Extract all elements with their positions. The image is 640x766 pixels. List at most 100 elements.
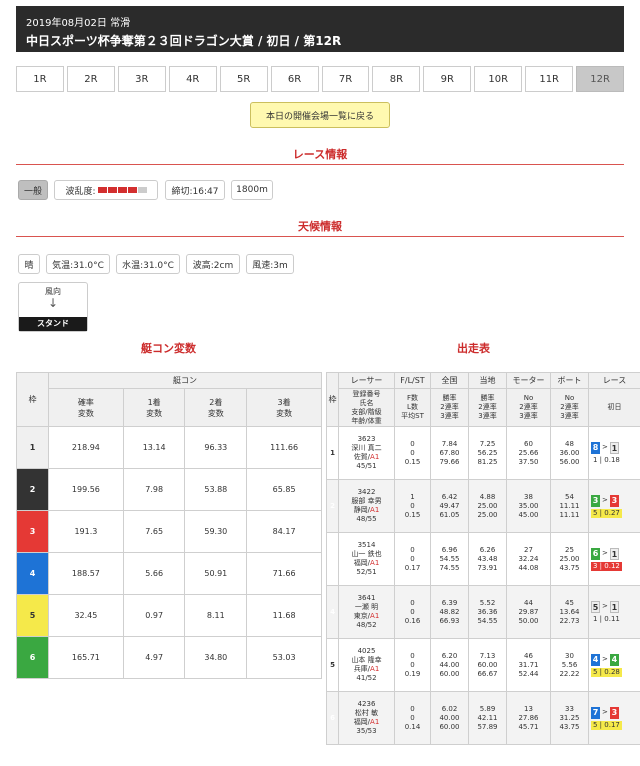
waku-cell-line: 6 [330, 713, 335, 722]
back-to-venues-button[interactable]: 本日の開催会場一覧に戻る [250, 102, 390, 128]
race-tabs: 1R 2R 3R 4R 5R 6R 7R 8R 9R 10R 11R 12R [16, 66, 625, 92]
table-row: 3 191.3 7.65 59.30 84.17 [16, 510, 322, 553]
teicon-value: 96.33 [184, 426, 248, 469]
racer-branch: 東京/ [353, 612, 371, 620]
racer-cell[interactable]: 3422 服部 幸男 静岡/A1 48/55 [338, 479, 395, 533]
result-line: 4 >4 [591, 653, 622, 666]
boat-cell-line: 30 [565, 651, 574, 660]
motor-cell-line: 45.00 [518, 510, 539, 519]
motor-cell: 27 32.24 44.08 [506, 532, 551, 586]
col-teicon-0: 確率 変数 [48, 388, 124, 427]
boat-cell: 54 11.11 11.11 [550, 479, 589, 533]
national-cell: 6.42 49.47 61.05 [430, 479, 469, 533]
race-tab-7r[interactable]: 7R [321, 66, 370, 92]
racer-cell[interactable]: 4025 山本 隆幸 兵庫/A1 41/52 [338, 638, 395, 692]
boat-cell: 45 13.64 22.73 [550, 585, 589, 639]
weather-heading: 天候情報 [298, 220, 342, 233]
boat-cell-line: 22.22 [559, 669, 580, 678]
teicon-value: 7.65 [122, 510, 186, 553]
racer-class: A1 [370, 453, 380, 461]
arrow-right-icon: > [602, 496, 608, 504]
racer-class: A1 [370, 506, 380, 514]
motor-cell-line: 38 [524, 492, 533, 501]
national-cell-line: 6.42 [441, 492, 458, 501]
boat-cell-line: 54 [565, 492, 574, 501]
boat-cell-line: 45 [565, 598, 574, 607]
arrow-right-icon: > [602, 655, 608, 663]
national-cell: 6.96 54.55 74.55 [430, 532, 469, 586]
motor-cell-line: 27.86 [518, 713, 539, 722]
national-cell-line: 49.47 [439, 501, 460, 510]
divider [16, 164, 624, 165]
arrow-right-icon: > [602, 443, 608, 451]
racer-cell[interactable]: 3641 一瀬 明東京/A1 48/52 [338, 585, 395, 639]
racer-cell[interactable]: 4236 松村 敏福岡/A1 35/53 [338, 691, 395, 745]
result-line: 6 >1 [591, 547, 622, 560]
racer-name: 松村 敏 [354, 709, 379, 717]
national-cell-line: 48.82 [439, 607, 460, 616]
racer-reg-no: 3514 [357, 541, 376, 549]
national-cell-line: 74.55 [439, 563, 460, 572]
local-cell-line: 4.88 [479, 492, 496, 501]
national-cell-line: 67.80 [439, 448, 460, 457]
fl-st-cell-line: 0.14 [404, 722, 421, 731]
col-group-5: ボート [550, 372, 589, 389]
race-tab-1r[interactable]: 1R [16, 66, 64, 92]
racer-name: 一瀬 明 [354, 603, 379, 611]
race-day-result-cell: 8 >1 1 | 0.18 [588, 426, 640, 480]
race-tab-8r[interactable]: 8R [372, 66, 421, 92]
national-cell: 6.20 44.00 60.00 [430, 638, 469, 692]
race-tab-4r[interactable]: 4R [168, 66, 217, 92]
racer-branch: 静岡/ [353, 506, 371, 514]
wave-bar [97, 187, 107, 193]
result-rank: 3 [609, 494, 619, 507]
table-row: 1 3623 深川 真二 佐賀/A1 45/51 0 0 0.15 7.84 67.80 79.66… [326, 426, 640, 480]
boat-cell-line: 22.73 [559, 616, 580, 625]
result-rank: 4 [609, 653, 619, 666]
boat-cell-line: 11.11 [559, 501, 580, 510]
col-national-sub: 勝率 2連率 3連率 [430, 388, 469, 427]
race-tab-12r[interactable]: 12R [576, 66, 625, 92]
national-cell-line: 79.66 [439, 457, 460, 466]
table-row: 2 3422 服部 幸男 静岡/A1 48/55 1 0 0.15 6.42 49.47 61.05… [326, 479, 640, 533]
motor-cell: 44 29.87 50.00 [506, 585, 551, 639]
motor-cell-line: 25.66 [518, 448, 539, 457]
race-tab-10r[interactable]: 10R [474, 66, 523, 92]
racer-reg-no: 3623 [357, 435, 376, 443]
local-cell-line: 5.89 [479, 704, 496, 713]
col-local-sub: 勝率 2連率 3連率 [468, 388, 507, 427]
waku-cell-line: 3 [330, 554, 335, 563]
motor-cell-line: 60 [524, 439, 533, 448]
result-race-no: 3 [591, 494, 600, 507]
racer-name: 山本 隆幸 [351, 656, 382, 664]
boat-cell-line: 56.00 [559, 457, 580, 466]
race-tab-9r[interactable]: 9R [423, 66, 472, 92]
race-tab-5r[interactable]: 5R [219, 66, 268, 92]
national-cell: 6.39 48.82 66.93 [430, 585, 469, 639]
race-tab-2r[interactable]: 2R [66, 66, 115, 92]
local-cell-line: 81.25 [477, 457, 498, 466]
local-cell: 7.25 56.25 81.25 [468, 426, 507, 480]
entries-table: 枠 レーサー F/L/ST 全国 当地 モーター ボート レース 登録番号 氏名 支部/階級… [326, 372, 640, 745]
race-tab-6r[interactable]: 6R [270, 66, 319, 92]
racer-cell[interactable]: 3623 深川 真二 佐賀/A1 45/51 [338, 426, 395, 480]
race-tab-11r[interactable]: 11R [525, 66, 574, 92]
motor-cell-line: 50.00 [518, 616, 539, 625]
local-cell-line: 57.89 [477, 722, 498, 731]
racer-cell[interactable]: 3514 山一 鉄也 福岡/A1 52/51 [338, 532, 395, 586]
racer-reg-no: 3641 [357, 594, 376, 602]
teicon-value: 53.88 [184, 468, 248, 511]
fl-st-cell-line: 0 [410, 598, 415, 607]
boat-cell-line: 48 [565, 439, 574, 448]
result-race-no: 6 [591, 547, 600, 560]
fl-st-cell-line: 0.16 [404, 616, 421, 625]
teicon-value: 191.3 [48, 510, 124, 553]
race-tab-3r[interactable]: 3R [117, 66, 166, 92]
boat-cell: 33 31.25 43.75 [550, 691, 589, 745]
fl-st-cell-line: 0 [410, 501, 415, 510]
divider [16, 236, 624, 237]
motor-cell-line: 44 [524, 598, 533, 607]
col-racer-sub: 登録番号 氏名 支部/階級 年齢/体重 [338, 388, 395, 427]
teicon-value: 11.68 [246, 594, 322, 637]
racer-age-weight: 45/51 [356, 462, 377, 470]
